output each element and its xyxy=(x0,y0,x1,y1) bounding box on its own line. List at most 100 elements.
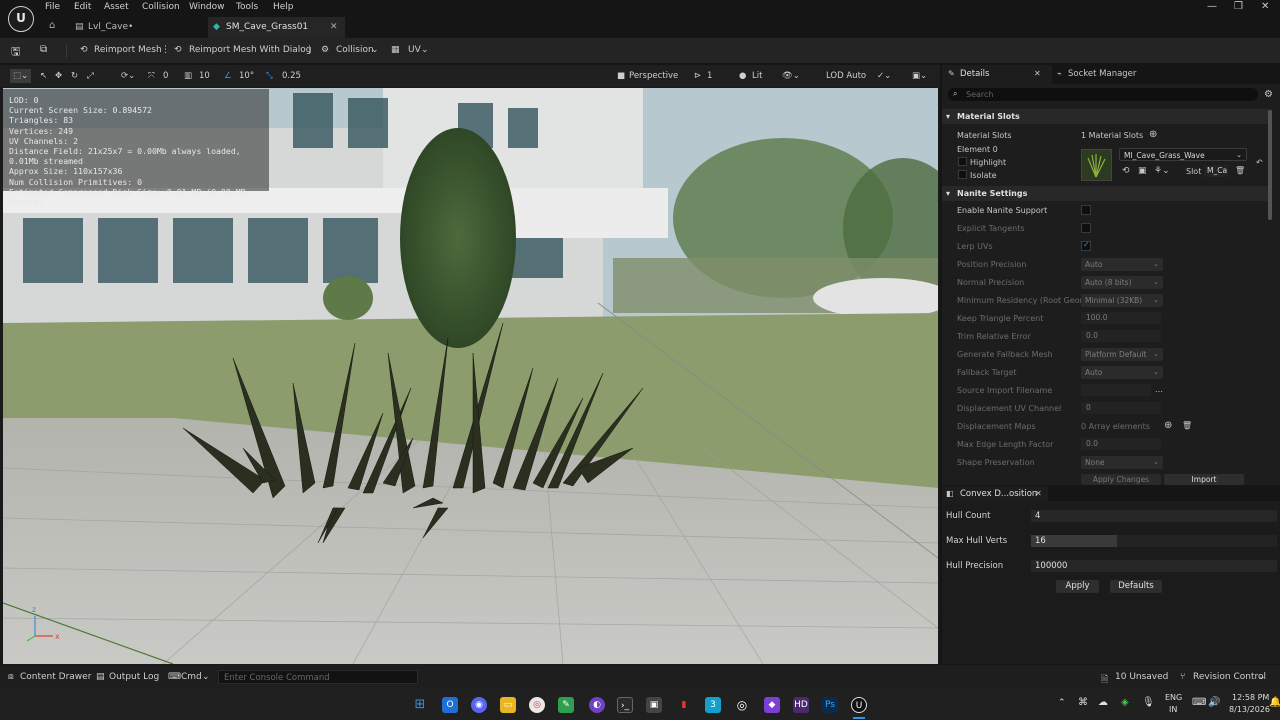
more-options-icon[interactable]: ⋮ xyxy=(305,45,314,55)
chrome-icon[interactable]: ◎ xyxy=(529,697,545,713)
tab-details[interactable]: ✎ Details ✕ xyxy=(942,65,1052,84)
outlook-icon[interactable]: O xyxy=(442,697,458,713)
save-icon[interactable]: 🖫 xyxy=(11,43,20,62)
tray-mic-icon[interactable]: 🎙 xyxy=(1142,697,1155,708)
search-input[interactable]: ⌕ Search xyxy=(948,88,1258,101)
scale-snap-icon[interactable]: ⤡ xyxy=(266,71,273,81)
menu-window[interactable]: Window xyxy=(189,2,225,12)
max-hull-verts-slider[interactable]: 16 xyxy=(1031,535,1277,547)
reimport-dialog-button[interactable]: Reimport Mesh With Dialog xyxy=(189,45,311,55)
reimport-mesh-button[interactable]: Reimport Mesh xyxy=(94,45,162,55)
hull-count-field[interactable]: 4 xyxy=(1031,510,1277,522)
nanite-row-number[interactable]: 0.0 xyxy=(1081,330,1161,342)
notification-icon[interactable]: 🔔 xyxy=(1269,697,1280,708)
monitor-icon[interactable]: ⌨ xyxy=(1192,697,1206,708)
lod-dropdown[interactable]: LOD Auto xyxy=(826,71,866,81)
unreal-logo-icon[interactable]: U xyxy=(8,6,34,32)
home-icon[interactable]: ⌂ xyxy=(49,20,55,31)
rotate-icon[interactable]: ↻ xyxy=(71,71,78,81)
unreal-taskbar-icon[interactable]: U xyxy=(851,697,867,713)
tray-shield-icon[interactable]: ◈ xyxy=(1121,697,1129,708)
nanite-row-checkbox[interactable] xyxy=(1081,223,1091,233)
section-material-slots[interactable]: ▾ Material Slots xyxy=(942,109,1272,124)
language-top[interactable]: ENG xyxy=(1165,693,1182,702)
close-tab-icon[interactable]: ✕ xyxy=(330,17,338,37)
tab-convex-decomposition[interactable]: ◧ Convex D...osition ✕ xyxy=(942,486,1048,501)
angle-snap-icon[interactable]: ∠ xyxy=(224,71,232,81)
delete-icon[interactable]: 🗑 xyxy=(1182,421,1192,430)
tray-controller-icon[interactable]: ⌘ xyxy=(1078,697,1088,708)
hull-precision-field[interactable]: 100000 xyxy=(1031,560,1277,572)
nanite-row-checkbox[interactable]: ✓ xyxy=(1081,240,1091,251)
menu-help[interactable]: Help xyxy=(273,2,294,12)
nanite-row-checkbox[interactable] xyxy=(1081,205,1091,215)
select-mode-icon[interactable]: ⬚⌄ xyxy=(10,69,32,83)
file-path-field[interactable] xyxy=(1081,384,1151,396)
windows-start-icon[interactable]: ⊞ xyxy=(412,697,428,713)
close-tab-icon[interactable]: ✕ xyxy=(1034,69,1041,78)
scale-icon[interactable]: ⤢ xyxy=(87,71,94,81)
surface-snap-icon[interactable]: ⤧ xyxy=(148,71,155,81)
scale-snap-value[interactable]: 0.25 xyxy=(282,71,301,81)
browse-icon[interactable]: ⧉ xyxy=(40,44,47,55)
output-log-button[interactable]: Output Log xyxy=(109,672,159,682)
app-hd-icon[interactable]: HD xyxy=(793,697,809,713)
nanite-row-dropdown[interactable]: None ⌄ xyxy=(1081,456,1163,469)
nanite-row-dropdown[interactable]: Auto (8 bits) ⌄ xyxy=(1081,276,1163,289)
tab-level[interactable]: ▤ Lvl_Cave• xyxy=(70,17,205,38)
defaults-button[interactable]: Defaults xyxy=(1110,580,1162,593)
translate-icon[interactable]: ✥ xyxy=(55,71,62,81)
grid-snap-icon[interactable]: ▥ xyxy=(184,71,192,81)
tab-socket-manager[interactable]: ⌁ Socket Manager xyxy=(1054,65,1164,84)
menu-tools[interactable]: Tools xyxy=(236,2,258,12)
language-bottom[interactable]: IN xyxy=(1169,705,1177,714)
nanite-row-dropdown[interactable]: Auto ⌄ xyxy=(1081,366,1163,379)
notepad-plus-icon[interactable]: ✎ xyxy=(558,697,574,713)
revision-control-button[interactable]: Revision Control xyxy=(1193,672,1266,682)
app-circle-icon[interactable]: ◎ xyxy=(734,697,750,713)
add-element-icon[interactable]: ⊕ xyxy=(1164,420,1172,431)
settings-gear-icon[interactable]: ⚙ xyxy=(1264,89,1273,100)
close-icon[interactable]: ✕ xyxy=(1261,1,1269,12)
realtime-icon[interactable]: ✓⌄ xyxy=(877,71,891,81)
minimize-icon[interactable]: — xyxy=(1207,1,1217,12)
discord-icon[interactable]: ◉ xyxy=(471,697,487,713)
isolate-checkbox[interactable] xyxy=(958,170,967,179)
photoshop-icon[interactable]: Ps xyxy=(822,697,838,713)
delete-icon[interactable]: 🗑 xyxy=(1235,166,1245,175)
use-selected-icon[interactable]: ⟲ xyxy=(1122,166,1130,176)
tab-static-mesh[interactable]: ◆ SM_Cave_Grass01 ✕ xyxy=(208,17,345,38)
nanite-row-dropdown[interactable]: Platform Default ⌄ xyxy=(1081,348,1163,361)
unsaved-button[interactable]: 10 Unsaved xyxy=(1115,672,1168,682)
more-options-icon[interactable]: ⋮ xyxy=(161,45,170,55)
menu-edit[interactable]: Edit xyxy=(74,2,91,12)
volume-icon[interactable]: 🔊 xyxy=(1208,697,1220,708)
close-tab-icon[interactable]: ✕ xyxy=(1035,489,1042,498)
clock-date[interactable]: 8/13/2026 xyxy=(1229,705,1270,714)
material-picker[interactable]: MI_Cave_Grass_Wave ⌄ xyxy=(1119,148,1247,161)
reset-arrow-icon[interactable]: ↶ xyxy=(1256,158,1263,167)
app-icon[interactable]: ▣ xyxy=(646,697,662,713)
apply-button[interactable]: Apply xyxy=(1056,580,1099,593)
material-thumbnail[interactable] xyxy=(1081,149,1112,181)
maximize-icon[interactable]: ❐ xyxy=(1234,1,1243,12)
options-icon[interactable]: ⚘⌄ xyxy=(1154,166,1170,176)
highlight-checkbox[interactable] xyxy=(958,157,967,166)
browse-ellipsis-icon[interactable]: … xyxy=(1155,385,1163,394)
select-icon[interactable]: ↖ xyxy=(40,71,47,81)
world-local-icon[interactable]: ⟳⌄ xyxy=(121,71,135,81)
console-input[interactable]: Enter Console Command xyxy=(218,670,418,684)
angle-snap-value[interactable]: 10° xyxy=(239,71,254,81)
app-teal-icon[interactable]: 3 xyxy=(705,697,721,713)
menu-collision[interactable]: Collision xyxy=(142,2,180,12)
apply-changes-button[interactable]: Apply Changes xyxy=(1081,474,1161,485)
viewport[interactable]: ⬚⌄ ↖ ✥ ↻ ⤢ ⟳⌄ ⤧ 0 ▥ 10 ∠ 10° ⤡ 0.25 ■ Pe… xyxy=(0,65,940,665)
layout-icon[interactable]: ▣⌄ xyxy=(912,71,927,81)
menu-asset[interactable]: Asset xyxy=(104,2,129,12)
github-icon[interactable]: ◐ xyxy=(589,697,605,713)
visual-studio-icon[interactable]: ◆ xyxy=(764,697,780,713)
file-explorer-icon[interactable]: ▭ xyxy=(500,697,516,713)
content-drawer-button[interactable]: Content Drawer xyxy=(20,672,91,682)
app-red-icon[interactable]: ▮ xyxy=(676,697,692,713)
nanite-row-number[interactable]: 0.0 xyxy=(1081,438,1161,450)
